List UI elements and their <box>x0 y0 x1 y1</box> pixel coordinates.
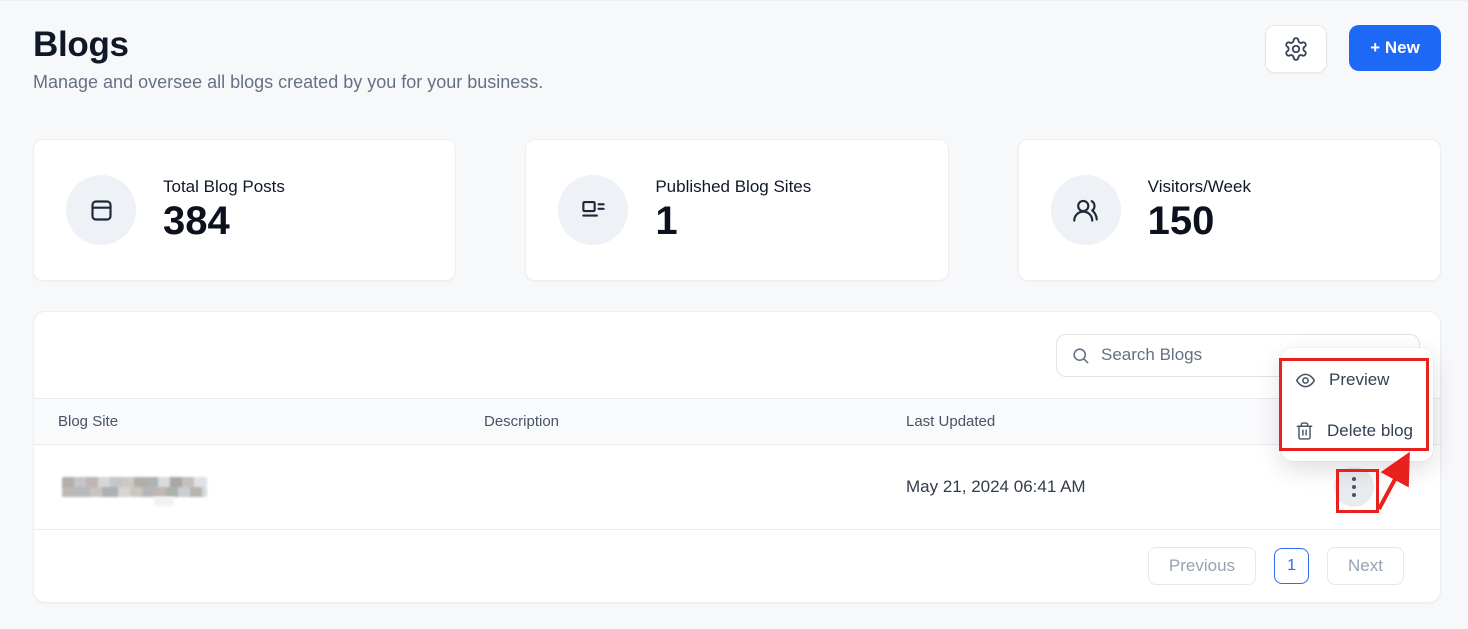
menu-item-preview[interactable]: Preview <box>1281 362 1433 398</box>
stats-cards: Total Blog Posts 384 Published Blog Site… <box>33 139 1441 281</box>
kebab-dot <box>1352 493 1356 497</box>
row-last-updated: May 21, 2024 06:41 AM <box>906 477 1270 497</box>
stat-label: Visitors/Week <box>1148 177 1251 197</box>
pagination: Previous 1 Next <box>34 530 1440 601</box>
page-title: Blogs <box>33 25 543 65</box>
stat-label: Total Blog Posts <box>163 177 285 197</box>
settings-button[interactable] <box>1265 25 1327 73</box>
menu-item-label: Delete blog <box>1327 421 1413 441</box>
column-header-last-updated: Last Updated <box>906 413 1270 430</box>
stat-label: Published Blog Sites <box>655 177 811 197</box>
blog-posts-icon <box>66 175 136 245</box>
table-row[interactable]: May 21, 2024 06:41 AM <box>34 445 1440 530</box>
menu-item-label: Preview <box>1329 370 1389 390</box>
table-header-row: Blog Site Description Last Updated <box>34 398 1440 445</box>
kebab-dot <box>1352 485 1356 489</box>
next-page-button[interactable]: Next <box>1327 547 1404 585</box>
menu-item-delete-blog[interactable]: Delete blog <box>1281 413 1433 449</box>
column-header-description: Description <box>484 413 906 430</box>
title-block: Blogs Manage and oversee all blogs creat… <box>33 25 543 93</box>
row-context-menu: Preview Delete blog <box>1281 348 1433 461</box>
stat-card-visitors: Visitors/Week 150 <box>1018 139 1441 281</box>
blogs-table-panel: Blog Site Description Last Updated May 2… <box>33 311 1441 603</box>
stat-card-total-posts: Total Blog Posts 384 <box>33 139 456 281</box>
column-header-blog-site: Blog Site <box>34 413 484 430</box>
new-blog-button[interactable]: + New <box>1349 25 1441 71</box>
page-header: Blogs Manage and oversee all blogs creat… <box>0 1 1468 93</box>
kebab-dot <box>1352 477 1356 481</box>
blog-site-redacted-name <box>62 477 207 497</box>
trash-icon <box>1295 421 1314 441</box>
published-sites-icon <box>558 175 628 245</box>
header-actions: + New <box>1265 25 1441 73</box>
search-icon <box>1071 346 1090 365</box>
previous-page-button[interactable]: Previous <box>1148 547 1256 585</box>
page-number-button[interactable]: 1 <box>1274 548 1309 584</box>
eye-icon <box>1295 370 1316 391</box>
stat-value: 1 <box>655 198 811 244</box>
page-subtitle: Manage and oversee all blogs created by … <box>33 72 543 93</box>
stat-value: 384 <box>163 198 285 244</box>
stat-value: 150 <box>1148 198 1251 244</box>
stat-card-published-sites: Published Blog Sites 1 <box>525 139 948 281</box>
visitors-icon <box>1051 175 1121 245</box>
gear-icon <box>1283 36 1309 62</box>
row-actions-kebab-button[interactable] <box>1334 467 1374 507</box>
